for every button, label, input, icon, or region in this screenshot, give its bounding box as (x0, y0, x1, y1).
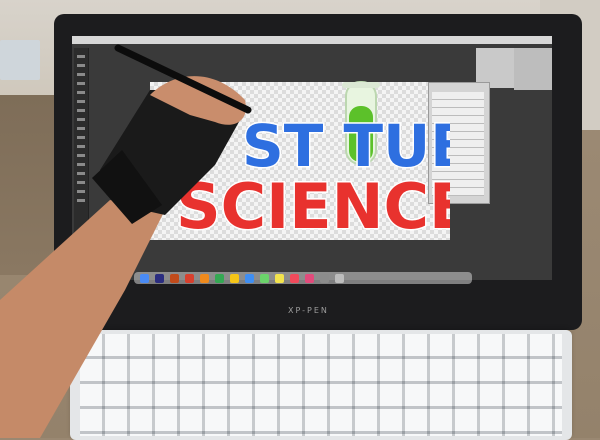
forearm (0, 200, 165, 438)
arm-svg (0, 44, 252, 438)
